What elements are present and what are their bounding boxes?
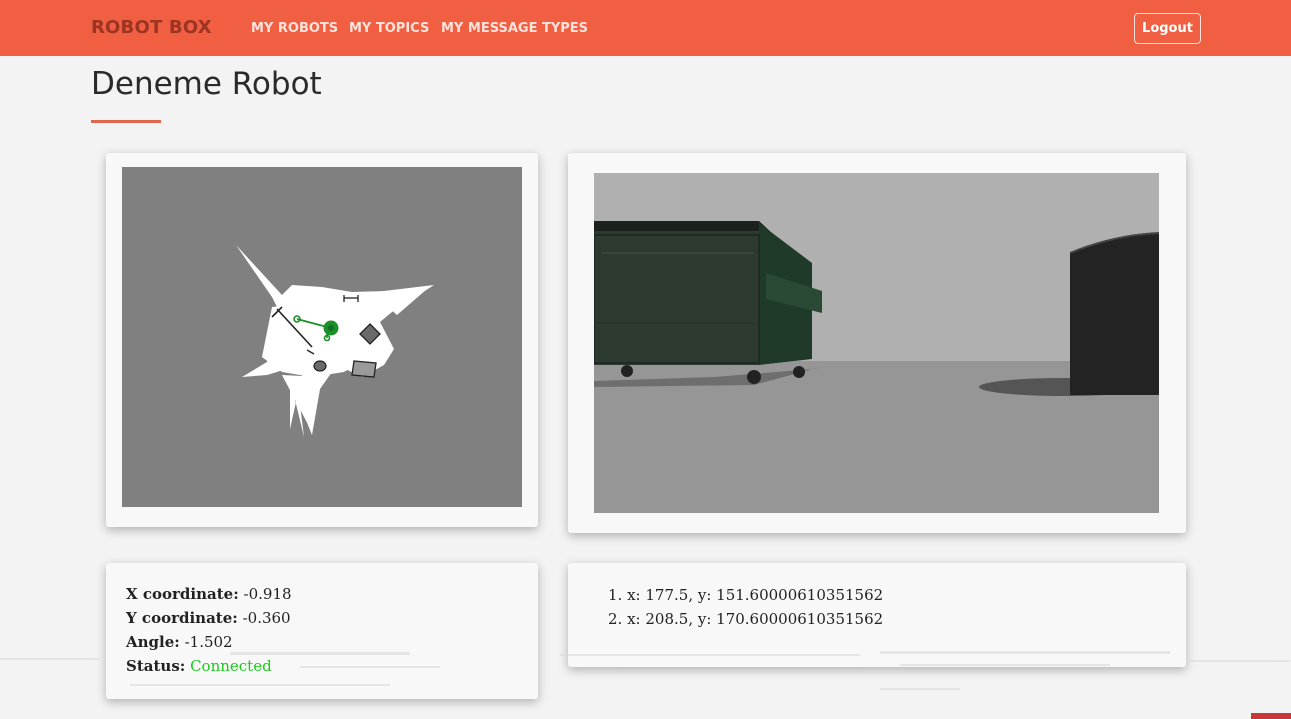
status-label: Status: xyxy=(126,657,186,675)
camera-view xyxy=(594,173,1159,513)
nav-my-message-types[interactable]: MY MESSAGE TYPES xyxy=(441,21,588,36)
y-coordinate-row: Y coordinate: -0.360 xyxy=(126,609,291,627)
y-coordinate-value: -0.360 xyxy=(242,609,291,627)
camera-svg xyxy=(594,173,1159,513)
robot-info-card: X coordinate: -0.918 Y coordinate: -0.36… xyxy=(106,563,538,699)
angle-label: Angle: xyxy=(126,633,180,651)
x-coordinate-label: X coordinate: xyxy=(126,585,239,603)
point-text: x: 177.5, y: 151.60000610351562 xyxy=(627,586,884,604)
angle-value: -1.502 xyxy=(184,633,233,651)
y-coordinate-label: Y coordinate: xyxy=(126,609,238,627)
dumpster xyxy=(594,221,822,384)
nav-my-robots[interactable]: MY ROBOTS xyxy=(251,21,338,36)
angle-row: Angle: -1.502 xyxy=(126,633,233,651)
status-value: Connected xyxy=(190,657,272,675)
point-index: 1. xyxy=(608,586,623,604)
map-card xyxy=(106,153,538,527)
map-svg xyxy=(122,167,522,507)
point-index: 2. xyxy=(608,610,623,628)
points-list: 1. x: 177.5, y: 151.60000610351562 2. x:… xyxy=(608,585,883,633)
logout-button[interactable]: Logout xyxy=(1134,13,1201,44)
point-text: x: 208.5, y: 170.60000610351562 xyxy=(627,610,884,628)
brand-logo[interactable]: ROBOT BOX xyxy=(91,17,212,38)
camera-card xyxy=(568,153,1186,533)
points-card: 1. x: 177.5, y: 151.60000610351562 2. x:… xyxy=(568,563,1186,667)
status-row: Status: Connected xyxy=(126,657,272,675)
list-item: 1. x: 177.5, y: 151.60000610351562 xyxy=(608,585,883,609)
list-item: 2. x: 208.5, y: 170.60000610351562 xyxy=(608,609,883,633)
occupancy-map[interactable] xyxy=(122,167,522,507)
x-coordinate-value: -0.918 xyxy=(243,585,292,603)
nav-my-topics[interactable]: MY TOPICS xyxy=(349,21,429,36)
corner-indicator xyxy=(1251,713,1291,719)
x-coordinate-row: X coordinate: -0.918 xyxy=(126,585,292,603)
page-title: Deneme Robot xyxy=(91,66,322,102)
title-underline xyxy=(91,120,161,123)
top-navbar: ROBOT BOX MY ROBOTS MY TOPICS MY MESSAGE… xyxy=(0,0,1291,56)
